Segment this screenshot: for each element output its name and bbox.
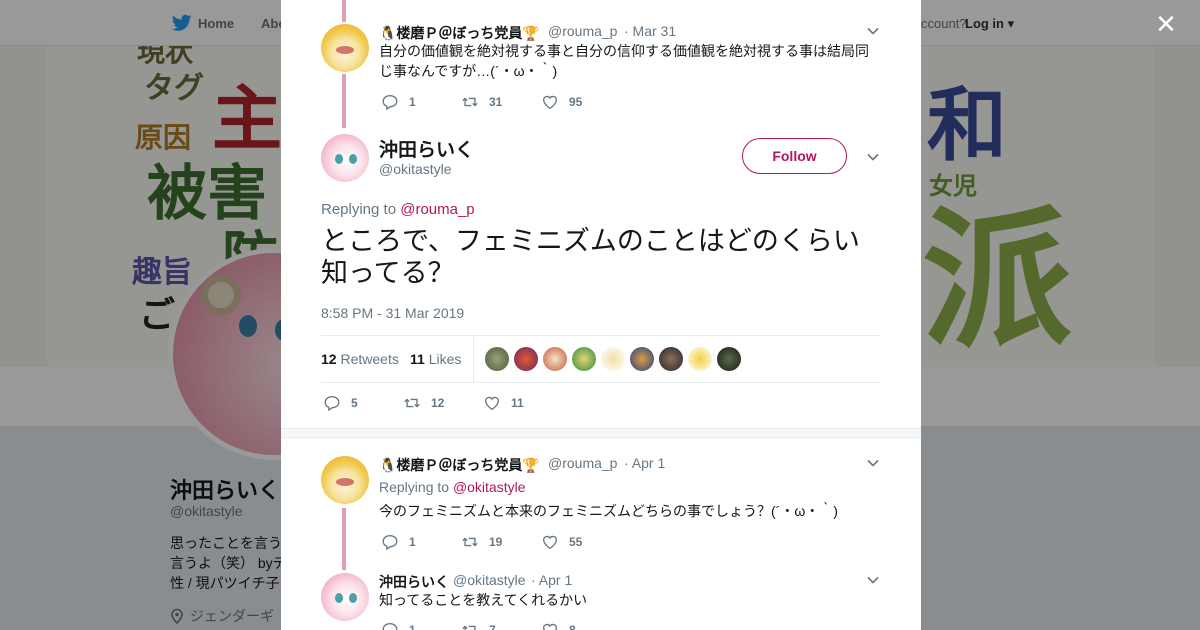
replies-separator: [281, 428, 921, 438]
thread-line: [342, 508, 346, 570]
liker-avatar[interactable]: [630, 347, 654, 371]
reply-icon: [324, 396, 340, 412]
retweet-stat-label: Retweets: [340, 351, 399, 367]
tweet-actions: 1 19 55: [381, 533, 621, 551]
tweet-author-name[interactable]: 🐧楼磨Ｐ＠ぼっち党員🏆: [379, 455, 540, 475]
like-count: 8: [569, 623, 576, 630]
liker-avatar[interactable]: [572, 347, 596, 371]
avatar[interactable]: [321, 134, 369, 182]
retweet-icon: [462, 97, 478, 107]
like-count: 11: [511, 396, 524, 410]
replying-to-prefix: Replying to: [379, 479, 450, 495]
like-button[interactable]: 95: [541, 93, 621, 111]
chevron-down-icon[interactable]: [866, 24, 880, 38]
heart-icon: [543, 95, 557, 110]
heart-icon: [543, 535, 557, 550]
reply-button[interactable]: 1: [381, 621, 461, 630]
retweet-count: 12: [431, 396, 445, 410]
tweet-text: 自分の価値観を絶対視する事と自分の信仰する価値観を絶対視する事は結局同じ事なんで…: [379, 43, 869, 79]
tweet-text: 知ってることを教えてくれるかい: [379, 592, 588, 608]
like-button[interactable]: 55: [541, 533, 621, 551]
retweet-button[interactable]: 7: [461, 621, 541, 630]
tweet-author-handle[interactable]: @rouma_p: [548, 23, 617, 39]
reply-count: 1: [409, 623, 416, 630]
tweet-author-name[interactable]: 沖田らいく: [379, 572, 449, 592]
liker-avatar[interactable]: [601, 347, 625, 371]
avatar[interactable]: [321, 573, 369, 621]
tweet-stats: 12 Retweets 11 Likes: [321, 335, 881, 383]
tweet-author-handle[interactable]: @rouma_p: [548, 455, 617, 471]
liker-avatars: [485, 347, 741, 371]
replying-to-link[interactable]: @rouma_p: [400, 201, 474, 218]
reply-icon: [382, 623, 398, 630]
tweet-author-handle[interactable]: @okitastyle: [453, 572, 526, 588]
replying-to: Replying to @okitastyle: [379, 479, 526, 495]
replying-to-prefix: Replying to: [321, 201, 397, 218]
stats-divider: [473, 336, 474, 382]
retweet-icon: [462, 537, 478, 547]
follow-button[interactable]: Follow: [742, 138, 847, 174]
retweet-icon: [462, 625, 476, 630]
tweet-text: 今のフェミニズムと本来のフェミニズムどちらの事でしょう？(´・ω・｀): [379, 503, 838, 519]
retweet-icon: [404, 398, 420, 408]
retweet-count: 31: [489, 95, 503, 109]
like-stat[interactable]: 11 Likes: [410, 351, 461, 367]
retweet-count: 19: [489, 535, 503, 549]
replying-to: Replying to @rouma_p: [321, 201, 475, 218]
main-tweet-author-handle[interactable]: @okitastyle: [379, 161, 452, 177]
main-tweet-author-name[interactable]: 沖田らいく: [379, 135, 474, 162]
tweet-actions: 1 7 8: [381, 621, 621, 630]
like-count: 55: [569, 535, 583, 549]
retweet-button[interactable]: 19: [461, 533, 541, 551]
close-icon[interactable]: ✕: [1154, 11, 1178, 37]
liker-avatar[interactable]: [543, 347, 567, 371]
chevron-down-icon[interactable]: [866, 573, 880, 587]
thread-line: [342, 74, 346, 128]
reply-count: 1: [409, 95, 416, 109]
liker-avatar[interactable]: [717, 347, 741, 371]
retweet-stat-count: 12: [321, 351, 337, 367]
like-button[interactable]: 8: [541, 621, 621, 630]
retweet-count: 7: [489, 623, 496, 630]
tweet-date[interactable]: · Mar 31: [624, 23, 676, 39]
tweet-author-name[interactable]: 🐧楼磨Ｐ＠ぼっち党員🏆: [379, 23, 540, 43]
main-tweet-timestamp[interactable]: 8:58 PM - 31 Mar 2019: [321, 305, 464, 321]
tweet-permalink-modal: 🐧楼磨Ｐ＠ぼっち党員🏆 @rouma_p · Mar 31 自分の価値観を絶対視…: [281, 0, 921, 630]
liker-avatar[interactable]: [659, 347, 683, 371]
reply-icon: [382, 95, 398, 111]
liker-avatar[interactable]: [688, 347, 712, 371]
avatar[interactable]: [321, 24, 369, 72]
retweet-stat[interactable]: 12 Retweets: [321, 351, 399, 367]
thread-line: [342, 0, 346, 22]
like-stat-label: Likes: [428, 351, 462, 367]
retweet-button[interactable]: 31: [461, 93, 541, 111]
liker-avatar[interactable]: [514, 347, 538, 371]
replying-to-link[interactable]: @okitastyle: [453, 479, 526, 495]
heart-icon: [543, 623, 557, 630]
reply-button[interactable]: 1: [381, 93, 461, 111]
heart-icon: [485, 396, 499, 411]
tweet-date[interactable]: · Apr 1: [624, 455, 665, 471]
chevron-down-icon[interactable]: [866, 150, 880, 164]
reply-count: 5: [351, 396, 358, 410]
liker-avatar[interactable]: [485, 347, 509, 371]
main-tweet-text: ところで、フェミニズムのことはどのくらい知ってる？: [321, 226, 860, 289]
reply-button[interactable]: 5: [323, 394, 403, 412]
tweet-actions: 1 31 95: [381, 93, 621, 111]
tweet-date[interactable]: · Apr 1: [531, 572, 572, 588]
reply-button[interactable]: 1: [381, 533, 461, 551]
avatar[interactable]: [321, 456, 369, 504]
like-stat-count: 11: [410, 351, 425, 367]
reply-icon: [382, 535, 398, 551]
chevron-down-icon[interactable]: [866, 456, 880, 470]
main-tweet-actions: 5 12 11: [323, 394, 563, 412]
reply-count: 1: [409, 535, 416, 549]
like-button[interactable]: 11: [483, 394, 563, 412]
retweet-button[interactable]: 12: [403, 394, 483, 412]
like-count: 95: [569, 95, 583, 109]
